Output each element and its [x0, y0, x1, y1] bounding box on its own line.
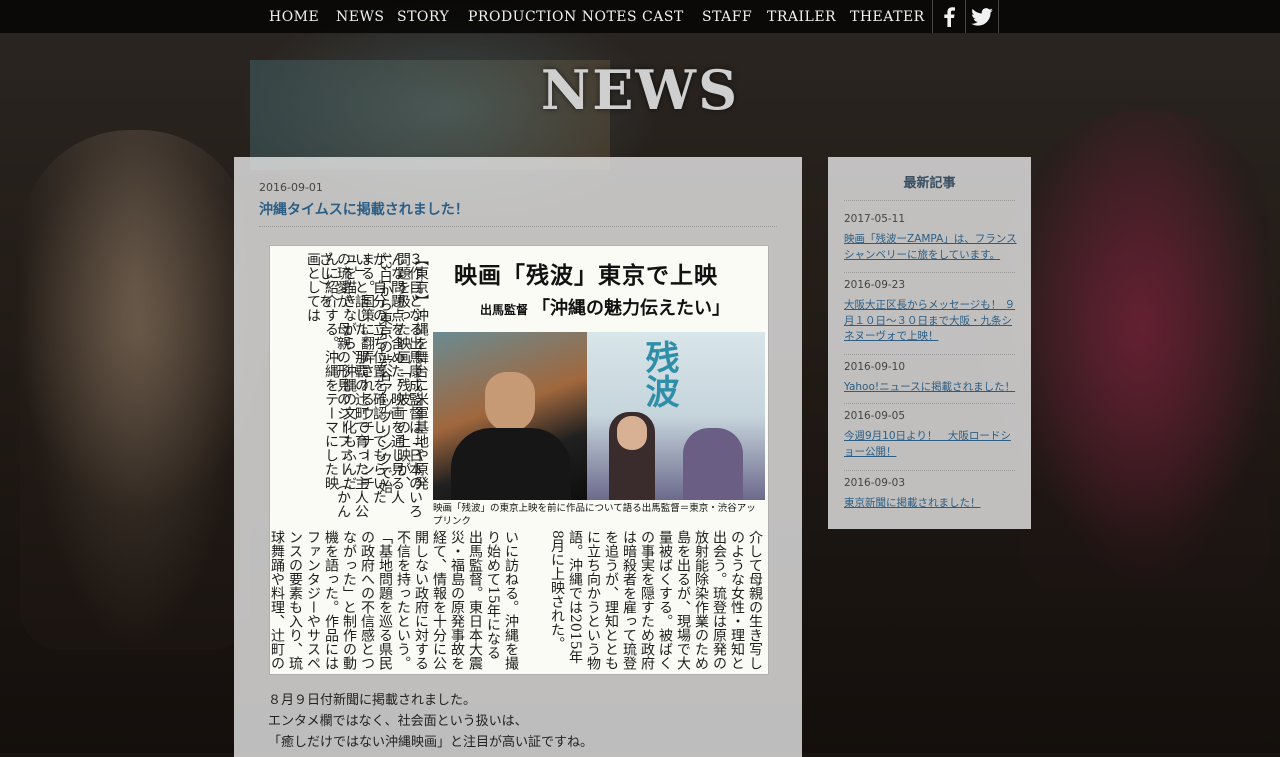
facebook-link[interactable]	[932, 0, 965, 33]
recent-post-date: 2016-09-23	[844, 279, 906, 291]
clipping-subheadline: 出馬監督 「沖縄の魅力伝えたい」	[480, 294, 730, 320]
post-date: 2016-09-01	[259, 181, 323, 194]
recent-post-link[interactable]: Yahoo!ニュースに掲載されました！	[844, 380, 1019, 396]
poster-face	[617, 416, 647, 450]
twitter-icon	[971, 7, 993, 26]
post-body-line: エンタメ欄ではなく、社会面という扱いは、	[268, 714, 528, 729]
facebook-icon	[944, 6, 955, 27]
recent-post-date: 2016-09-03	[844, 477, 906, 489]
recent-post-date: 2016-09-05	[844, 410, 906, 422]
post-body-line: 「癒しだけではない沖縄映画」と注目が高い証ですね。	[268, 735, 594, 750]
nav-story[interactable]: STORY	[397, 0, 449, 33]
nav-cast[interactable]: CAST	[642, 0, 684, 33]
divider	[259, 226, 777, 227]
clipping-column-2: ３作目となる出馬康成監督は「日本のいろんな問題点を含めた。映画を通し見る人が、自…	[317, 252, 423, 518]
recent-post-date: 2017-05-11	[844, 213, 906, 225]
sidebar-title: 最新記事	[903, 176, 956, 191]
divider	[844, 272, 1015, 273]
director-body	[451, 428, 571, 500]
movie-poster: 残波	[587, 332, 765, 500]
post-body: ８月９日付新聞に掲載されました。 エンタメ欄ではなく、社会面という扱いは、 「癒…	[268, 690, 593, 753]
poster-couple	[683, 428, 743, 500]
background-man-right	[1020, 110, 1270, 590]
clipping-column-3: いに訪ねる。沖縄を撮り始めて15年になる出馬監督。東日本大震災・福島の原発事故を…	[270, 530, 519, 670]
clipping-headline: 映画「残波」東京で上映	[454, 263, 718, 289]
twitter-link[interactable]	[965, 0, 999, 33]
recent-post-link[interactable]: 大阪大正区長からメッセージも！ ９月１０日～３０日まで大阪・九条シネヌーヴォで上…	[844, 298, 1019, 345]
newspaper-clipping[interactable]: 【東京】沖縄を舞台に米軍基地や原発問題を扱った映画「残波」の上映が、13日から東…	[270, 246, 768, 674]
background-man-left	[20, 130, 250, 650]
director-photo	[433, 332, 587, 500]
clipping-sub-prefix: 出馬監督	[480, 303, 529, 317]
poster-title: 残波	[639, 340, 679, 408]
clipping-sub-quote: 「沖縄の魅力伝えたい」	[532, 298, 731, 319]
recent-post-link[interactable]: 今週9月10日より！ 大阪ロードショー公開！	[844, 429, 1019, 460]
nav-production-notes[interactable]: PRODUCTION NOTES	[468, 0, 637, 33]
divider	[844, 403, 1015, 404]
recent-post-date: 2016-09-10	[844, 361, 906, 373]
page-heading: NEWS	[540, 58, 740, 122]
article-panel: 2016-09-01 沖縄タイムスに掲載されました！ 【東京】沖縄を舞台に米軍基…	[234, 157, 802, 757]
recent-post-link[interactable]: 映画「残波ーZAMPA」は、フランスシャンベリーに旅をしています。	[844, 232, 1019, 263]
post-body-line: ８月９日付新聞に掲載されました。	[268, 693, 477, 708]
top-navigation: HOME NEWS STORY PRODUCTION NOTES CAST ST…	[0, 0, 1280, 34]
divider	[844, 354, 1015, 355]
recent-posts-sidebar: 最新記事 2017-05-11 映画「残波ーZAMPA」は、フランスシャンベリー…	[828, 157, 1031, 529]
nav-news[interactable]: NEWS	[336, 0, 384, 33]
divider	[844, 470, 1015, 471]
nav-home[interactable]: HOME	[269, 0, 319, 33]
clipping-caption: 映画「残波」の東京上映を前に作品について語る出馬監督＝東京・渋谷アップリンク	[433, 503, 756, 527]
nav-theater[interactable]: THEATER	[850, 0, 925, 33]
director-face	[485, 372, 535, 432]
nav-trailer[interactable]: TRAILER	[767, 0, 836, 33]
recent-post-link[interactable]: 東京新聞に掲載されました！	[844, 496, 1019, 512]
clipping-column-4: 介して母親の生き写しのような女性・理知と出会う。琉登は原発の放射能除染作業のため…	[549, 530, 763, 670]
post-title[interactable]: 沖縄タイムスに掲載されました！	[259, 199, 469, 219]
nav-staff[interactable]: STAFF	[702, 0, 752, 33]
divider	[844, 200, 1015, 201]
